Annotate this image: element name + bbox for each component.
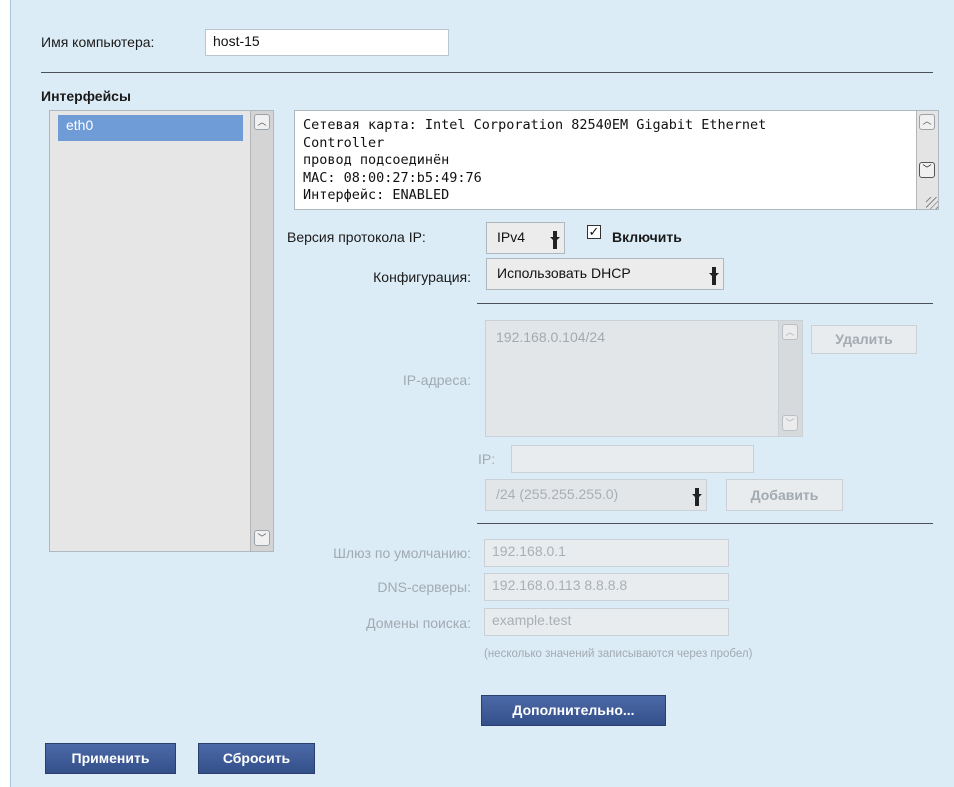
divider xyxy=(477,523,933,524)
add-ip-button[interactable]: Добавить xyxy=(726,479,843,511)
divider xyxy=(477,303,933,304)
dns-input[interactable]: 192.168.0.113 8.8.8.8 xyxy=(484,573,729,601)
protocol-value: IPv4 xyxy=(497,229,526,245)
scroll-up-icon[interactable]: ︿ xyxy=(919,114,935,130)
protocol-select[interactable]: IPv4 xyxy=(486,222,565,254)
info-line: Controller xyxy=(303,134,385,151)
info-line: MAC: 08:00:27:b5:49:76 xyxy=(303,169,482,186)
ip-scrollbar[interactable]: ︿ ﹀ xyxy=(778,321,802,436)
info-scrollbar[interactable]: ︿ ﹀ xyxy=(916,111,938,209)
netmask-value: /24 (255.255.255.0) xyxy=(496,486,619,502)
ip-label: IP: xyxy=(478,451,496,467)
dropdown-arrow-icon xyxy=(692,488,702,506)
protocol-label: Версия протокола IP: xyxy=(287,229,426,245)
ip-addresses-list[interactable]: 192.168.0.104/24 ︿ ﹀ xyxy=(485,320,803,437)
dns-label: DNS-серверы: xyxy=(377,579,471,595)
scroll-down-icon[interactable]: ﹀ xyxy=(782,415,798,431)
interfaces-title: Интерфейсы xyxy=(41,88,131,104)
dropdown-arrow-icon xyxy=(550,231,560,249)
config-label: Конфигурация: xyxy=(373,269,471,285)
dropdown-arrow-icon xyxy=(709,267,719,285)
gateway-input[interactable]: 192.168.0.1 xyxy=(484,539,729,567)
scroll-down-icon[interactable]: ﹀ xyxy=(919,162,935,178)
resize-handle-icon[interactable] xyxy=(926,197,938,209)
hostname-label: Имя компьютера: xyxy=(41,34,155,50)
info-line: провод подсоединён xyxy=(303,152,450,168)
netmask-select[interactable]: /24 (255.255.255.0) xyxy=(485,479,707,511)
config-select[interactable]: Использовать DHCP xyxy=(486,258,724,290)
interface-item-eth0[interactable]: eth0 xyxy=(58,115,243,141)
interfaces-scrollbar[interactable]: ︿ ﹀ xyxy=(250,111,273,551)
interfaces-list[interactable]: eth0 ︿ ﹀ xyxy=(49,110,274,552)
scroll-down-icon[interactable]: ﹀ xyxy=(254,530,270,546)
advanced-button[interactable]: Дополнительно... xyxy=(481,695,666,726)
ip-input[interactable] xyxy=(511,445,754,473)
interface-info-text[interactable]: Сетевая карта: Intel Corporation 82540EM… xyxy=(294,110,939,210)
enable-checkbox[interactable]: ✓ xyxy=(587,225,601,239)
ip-addresses-label: IP-адреса: xyxy=(402,372,471,388)
search-domains-input[interactable]: example.test xyxy=(484,608,729,636)
hostname-input[interactable]: host-15 xyxy=(205,29,449,56)
ip-address-item: 192.168.0.104/24 xyxy=(496,329,605,345)
delete-ip-button[interactable]: Удалить xyxy=(811,325,917,354)
config-value: Использовать DHCP xyxy=(497,265,631,281)
gateway-label: Шлюз по умолчанию: xyxy=(333,545,471,561)
enable-label: Включить xyxy=(612,229,682,245)
network-settings-panel: Имя компьютера: host-15 Интерфейсы eth0 … xyxy=(10,0,954,787)
divider xyxy=(41,72,933,73)
scroll-up-icon[interactable]: ︿ xyxy=(254,114,270,130)
info-line: Интерфейс: ENABLED xyxy=(303,187,450,203)
reset-button[interactable]: Сбросить xyxy=(198,743,315,774)
multi-value-hint: (несколько значений записываются через п… xyxy=(484,648,753,660)
info-line: Сетевая карта: Intel Corporation 82540EM… xyxy=(303,117,767,133)
apply-button[interactable]: Применить xyxy=(45,743,176,774)
search-domains-label: Домены поиска: xyxy=(366,615,471,631)
scroll-up-icon[interactable]: ︿ xyxy=(782,324,798,340)
